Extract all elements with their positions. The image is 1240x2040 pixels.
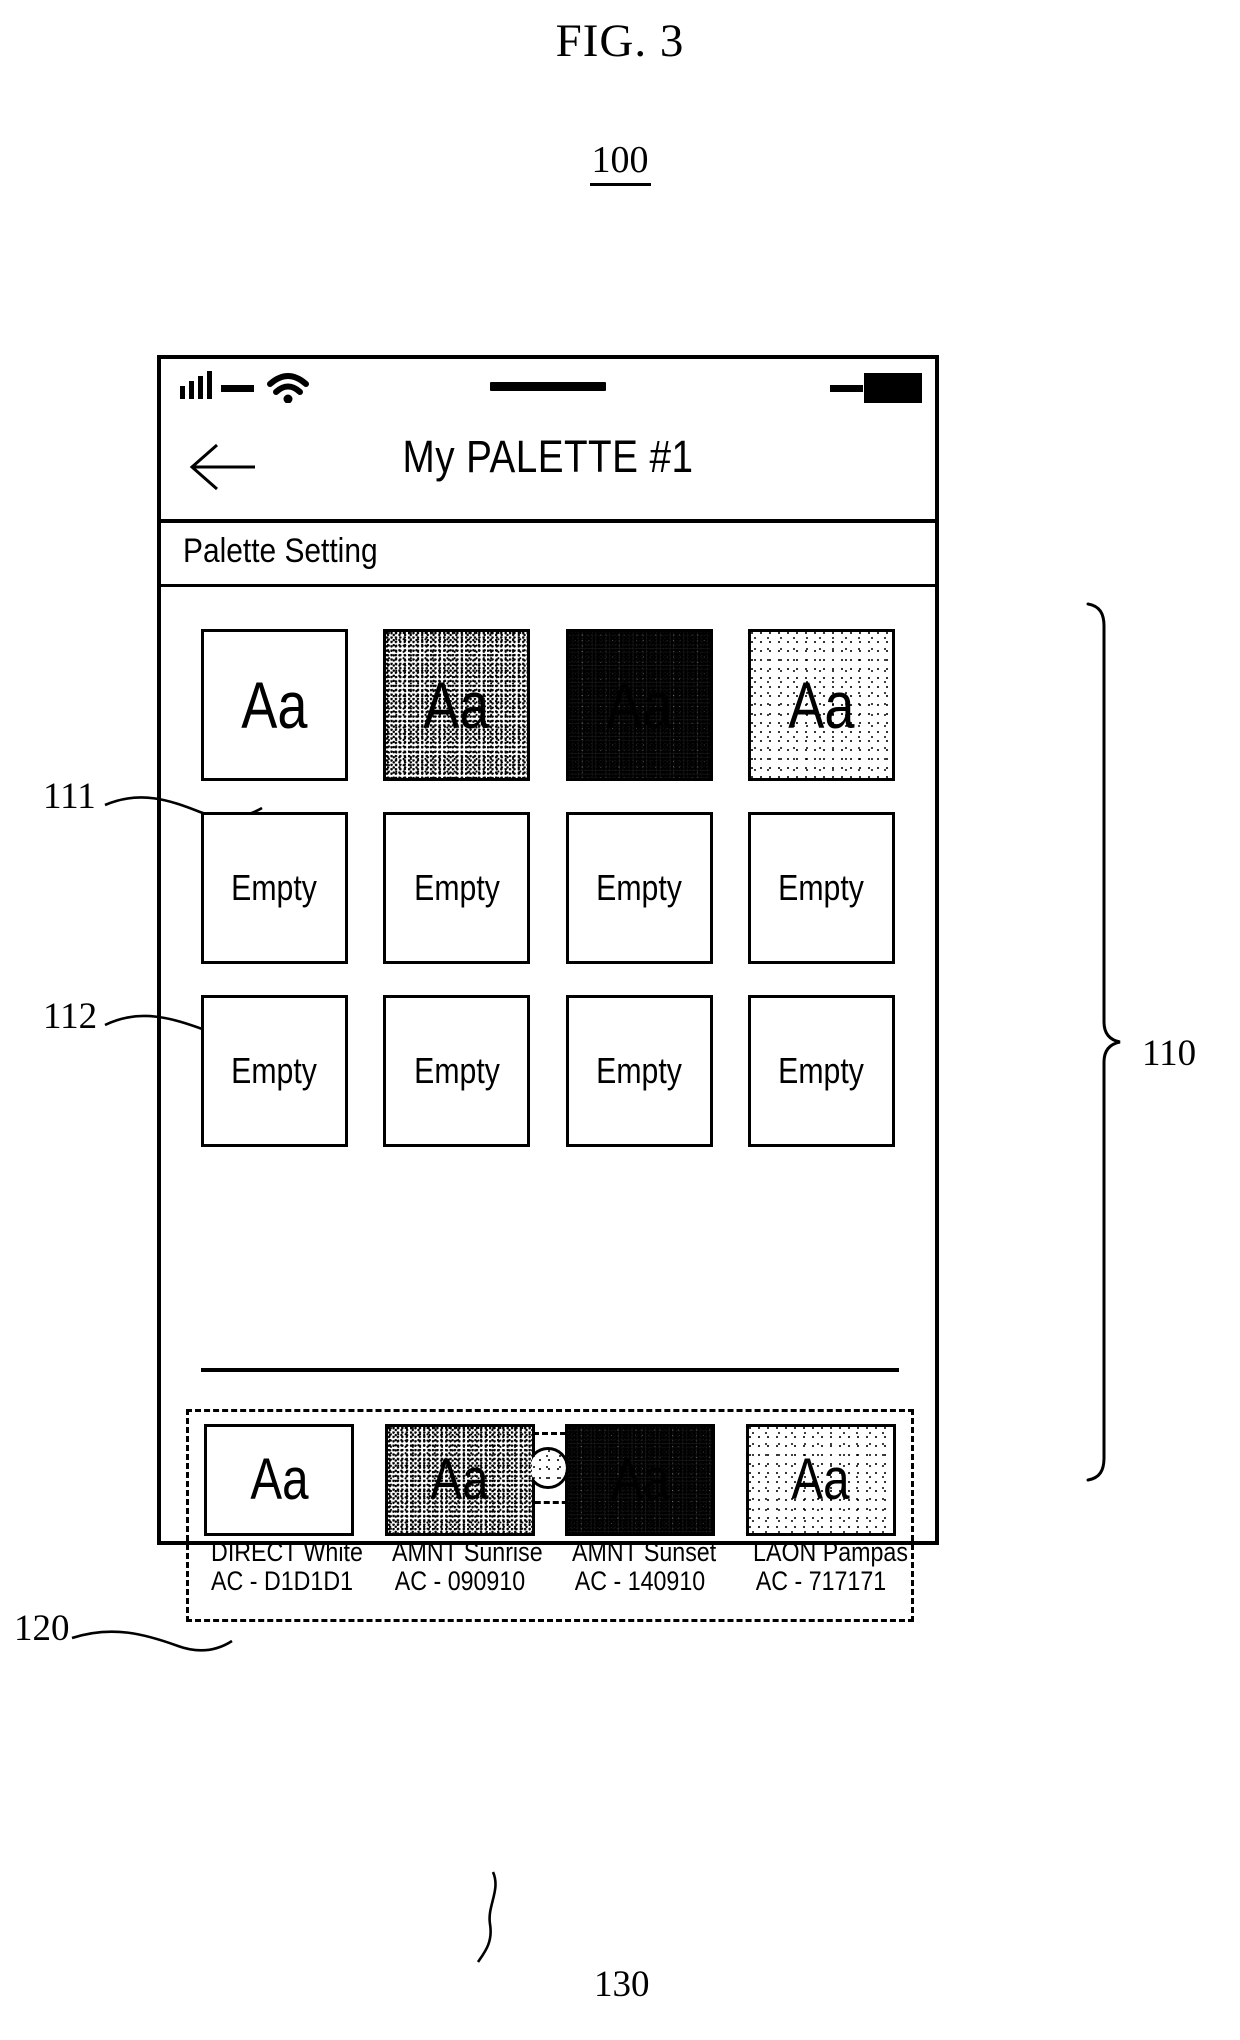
preset-name: AMNT Sunset (572, 1537, 717, 1567)
callout-label-110: 110 (1142, 1033, 1197, 1074)
palette-cell-empty[interactable]: Empty (201, 995, 348, 1147)
preset-item[interactable]: Aa AMNT Sunset AC - 140910 (561, 1424, 719, 1596)
palette-cell-empty[interactable]: Empty (383, 995, 531, 1147)
palette-setting-row[interactable]: Palette Setting (161, 523, 935, 587)
swatch-empty-text: Empty (413, 867, 500, 908)
preset-code: AC - D1D1D1 (211, 1566, 354, 1597)
swatch-sample-text: Aa (241, 668, 308, 742)
dot-fill (530, 1450, 566, 1486)
preset-item[interactable]: Aa DIRECT White AC - D1D1D1 (200, 1424, 364, 1597)
signal-bars-icon (180, 371, 212, 399)
palette-grid-row: Empty Empty Empty Empty (201, 995, 895, 1147)
callout-label-112: 112 (43, 996, 98, 1037)
swatch-empty-text: Empty (596, 1050, 683, 1091)
preset-item[interactable]: Aa LAON Pampas AC - 717171 (742, 1424, 908, 1597)
preset-swatch[interactable]: Aa (384, 1424, 535, 1536)
swatch-sample-text: Aa (250, 1447, 309, 1512)
battery-icon (864, 373, 922, 403)
phone-device: My PALETTE #1 Palette Setting Aa Aa Aa A… (157, 355, 939, 1622)
wifi-icon (267, 373, 309, 403)
swatch-empty-text: Empty (596, 867, 683, 908)
palette-grid-row: Empty Empty Empty Empty (201, 812, 895, 964)
figure-title: FIG. 3 (555, 15, 685, 67)
page-title: My PALETTE #1 (402, 431, 694, 482)
preset-name: AMNT Sunrise (391, 1537, 543, 1567)
preset-name: LAON Pampas (752, 1537, 908, 1567)
preset-code: AC - 090910 (394, 1566, 525, 1597)
preset-swatch[interactable]: Aa (204, 1424, 355, 1536)
palette-cell-empty[interactable]: Empty (747, 812, 895, 964)
swatch-sample-text: Aa (606, 668, 673, 742)
preset-code: AC - 717171 (755, 1566, 886, 1597)
preset-swatch[interactable]: Aa (745, 1424, 896, 1536)
swatch-empty-text: Empty (231, 867, 318, 908)
callout-label-130: 130 (594, 1964, 650, 2005)
palette-grid-row: Aa Aa Aa Aa (201, 629, 895, 781)
swatch-empty-text: Empty (413, 1050, 500, 1091)
preset-item[interactable]: Aa AMNT Sunrise AC - 090910 (381, 1424, 543, 1597)
swatch-sample-text: Aa (611, 1447, 670, 1512)
swatch-empty-text: Empty (778, 1050, 865, 1091)
swatch-empty-text: Empty (778, 867, 865, 908)
palette-cell-filled[interactable]: Aa (383, 629, 531, 781)
palette-setting-label: Palette Setting (183, 532, 378, 570)
preset-code: AC - 140910 (575, 1566, 706, 1597)
title-bar: My PALETTE #1 (161, 415, 935, 523)
palette-cell-empty[interactable]: Empty (201, 812, 348, 964)
callout-label-120: 120 (14, 1608, 70, 1649)
palette-cell-filled[interactable]: Aa (201, 629, 348, 781)
swatch-sample-text: Aa (423, 668, 490, 742)
palette-cell-empty[interactable]: Empty (747, 995, 895, 1147)
swatch-sample-text: Aa (788, 668, 855, 742)
palette-cell-empty[interactable]: Empty (565, 995, 713, 1147)
status-dash-left-icon (221, 385, 254, 392)
palette-cell-empty[interactable]: Empty (565, 812, 713, 964)
preset-name: DIRECT White (211, 1537, 364, 1567)
page-dot[interactable] (527, 1447, 569, 1489)
figure-device-reference: 100 (0, 138, 1240, 186)
swatch-sample-text: Aa (430, 1447, 489, 1512)
palette-grid: Aa Aa Aa Aa Empty Empty Empty Empty Empt… (161, 587, 935, 1147)
section-divider (201, 1368, 899, 1372)
callout-label-111: 111 (43, 776, 96, 817)
status-dash-right-icon (830, 385, 863, 392)
palette-cell-empty[interactable]: Empty (383, 812, 531, 964)
palette-cell-filled[interactable]: Aa (565, 629, 713, 781)
swatch-empty-text: Empty (231, 1050, 318, 1091)
palette-cell-filled[interactable]: Aa (747, 629, 895, 781)
speaker-notch-icon (490, 382, 606, 391)
swatch-sample-text: Aa (791, 1447, 850, 1512)
preset-swatch[interactable]: Aa (565, 1424, 716, 1536)
status-bar (161, 359, 935, 415)
